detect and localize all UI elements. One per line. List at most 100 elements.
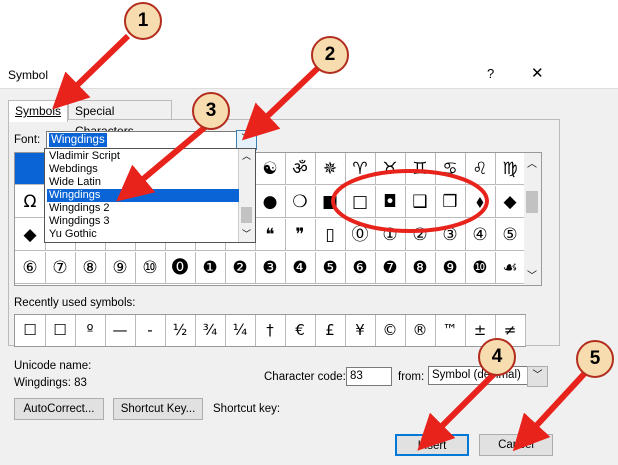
symbol-cell[interactable]: ◆ [495, 186, 526, 218]
symbol-cell[interactable]: ☙ [495, 252, 526, 284]
shortcut-key-button[interactable]: Shortcut Key... [113, 398, 203, 420]
recent-symbol-cell[interactable]: ½ [165, 315, 196, 346]
symbol-cell[interactable]: ♍ [495, 153, 526, 185]
title-bar-strip [0, 60, 618, 89]
symbol-cell[interactable]: ♋ [435, 153, 466, 185]
symbol-cell[interactable]: ⑩ [135, 252, 166, 284]
dropdown-scrollbar[interactable]: ︿ ﹀ [238, 149, 255, 242]
step-marker-2: 2 [311, 36, 349, 74]
symbol-cell[interactable]: ◆ [15, 219, 46, 251]
symbol-cell[interactable]: ■ [315, 186, 346, 218]
symbol-cell[interactable]: ❷ [225, 252, 256, 284]
font-dropdown-button[interactable]: ﹀ [236, 130, 257, 150]
step-marker-5: 5 [576, 340, 614, 378]
symbol-cell[interactable]: ⑤ [495, 219, 526, 251]
font-option[interactable]: Yu Gothic [47, 228, 239, 241]
symbol-cell[interactable]: ☯ [255, 153, 286, 185]
from-dropdown-button[interactable]: ﹀ [527, 366, 548, 387]
symbol-cell[interactable]: ▯ [315, 219, 346, 251]
symbol-cell[interactable]: ॐ [285, 153, 316, 185]
autocorrect-button[interactable]: AutoCorrect... [14, 398, 104, 420]
symbol-cell[interactable] [15, 153, 46, 185]
symbol-cell[interactable]: ❍ [285, 186, 316, 218]
dd-scroll-up-icon[interactable]: ︿ [242, 149, 251, 162]
symbol-cell[interactable]: ❸ [255, 252, 286, 284]
scroll-down-icon[interactable]: ﹀ [527, 267, 537, 282]
recent-symbol-cell[interactable]: ☐ [45, 315, 76, 346]
recent-symbol-cell[interactable]: º [75, 315, 106, 346]
recent-symbol-cell[interactable]: ¥ [345, 315, 376, 346]
scroll-up-icon[interactable]: ︿ [527, 155, 537, 170]
tab-symbols[interactable]: Symbols [8, 100, 68, 122]
symbol-cell[interactable]: ♈ [345, 153, 376, 185]
symbol-cell[interactable]: ⑥ [15, 252, 46, 284]
insert-button[interactable]: Insert [395, 434, 469, 456]
recent-symbol-cell[interactable]: ☐ [15, 315, 46, 346]
symbol-cell[interactable]: Ω [15, 186, 46, 218]
symbol-cell[interactable]: ♌ [465, 153, 496, 185]
symbol-cell[interactable]: ③ [435, 219, 466, 251]
symbol-cell[interactable]: ♉ [375, 153, 406, 185]
symbol-cell[interactable]: ❒ [435, 186, 466, 218]
font-option[interactable]: Wingdings [47, 189, 239, 202]
from-select[interactable]: Symbol (decimal) [428, 366, 528, 385]
symbol-cell[interactable]: ⑦ [45, 252, 76, 284]
symbol-cell[interactable]: ❹ [285, 252, 316, 284]
font-option[interactable]: Webdings [47, 163, 239, 176]
dd-scroll-down-icon[interactable]: ﹀ [242, 227, 251, 240]
close-button[interactable]: ✕ [531, 64, 544, 82]
scroll-thumb[interactable] [526, 191, 538, 213]
symbol-cell[interactable]: □ [345, 186, 376, 218]
step-marker-1: 1 [124, 2, 162, 40]
recent-symbol-cell[interactable]: ® [405, 315, 436, 346]
symbol-cell[interactable]: ⑧ [75, 252, 106, 284]
font-value: Wingdings [49, 133, 107, 147]
grid-scrollbar[interactable]: ︿ ﹀ [524, 152, 542, 286]
symbol-cell[interactable]: ❻ [345, 252, 376, 284]
symbol-cell[interactable]: ◘ [375, 186, 406, 218]
recent-symbol-cell[interactable]: € [285, 315, 316, 346]
symbol-cell[interactable]: ❺ [315, 252, 346, 284]
symbol-cell[interactable]: ❞ [285, 219, 316, 251]
dd-scroll-thumb[interactable] [241, 207, 252, 223]
recent-symbol-cell[interactable]: © [375, 315, 406, 346]
character-code-input[interactable]: 83 [346, 367, 392, 386]
symbol-cell[interactable]: ✵ [315, 153, 346, 185]
symbol-cell[interactable]: ♊ [405, 153, 436, 185]
symbol-cell[interactable]: ② [405, 219, 436, 251]
recent-symbol-cell[interactable]: ™ [435, 315, 466, 346]
tab-special-characters[interactable]: Special Characters [68, 100, 172, 138]
symbol-cell[interactable]: ⓿ [165, 252, 196, 284]
symbol-cell[interactable]: ① [375, 219, 406, 251]
shortcut-key-label: Shortcut key: [213, 403, 281, 415]
symbol-cell[interactable]: ● [255, 186, 286, 218]
symbol-cell[interactable]: ❿ [465, 252, 496, 284]
recent-symbol-cell[interactable]: - [135, 315, 166, 346]
symbol-cell[interactable]: ❶ [195, 252, 226, 284]
symbol-cell[interactable]: ❾ [435, 252, 466, 284]
symbol-cell[interactable]: ⓪ [345, 219, 376, 251]
symbol-cell[interactable]: ⬧ [465, 186, 496, 218]
font-option[interactable]: Wingdings 3 [47, 215, 239, 228]
symbol-cell[interactable]: ❑ [405, 186, 436, 218]
font-option[interactable]: Wide Latin [47, 176, 239, 189]
help-button[interactable]: ? [487, 66, 494, 81]
font-option[interactable]: Wingdings 2 [47, 202, 239, 215]
symbol-cell[interactable]: ⑨ [105, 252, 136, 284]
symbol-cell[interactable]: ❝ [255, 219, 286, 251]
recent-symbol-cell[interactable]: ¾ [195, 315, 226, 346]
cancel-button[interactable]: Cancel [479, 434, 553, 456]
font-option[interactable]: Vladimir Script [47, 150, 239, 163]
step-marker-4: 4 [478, 338, 516, 376]
recent-symbol-cell[interactable]: ¼ [225, 315, 256, 346]
font-dropdown-list[interactable]: ︿ ﹀ Vladimir Script Webdings Wide Latin Win… [44, 148, 256, 243]
recent-symbol-cell[interactable]: £ [315, 315, 346, 346]
recent-symbol-cell[interactable]: † [255, 315, 286, 346]
font-label: Font: [14, 134, 41, 146]
symbol-cell[interactable]: ④ [465, 219, 496, 251]
recent-symbol-cell[interactable]: — [105, 315, 136, 346]
symbol-cell[interactable]: ❼ [375, 252, 406, 284]
step-marker-3: 3 [192, 92, 230, 130]
recent-symbols[interactable]: ☐ ☐ º — - ½ ¾ ¼ † € £ ¥ © ® ™ ± ≠ [14, 314, 526, 347]
symbol-cell[interactable]: ❽ [405, 252, 436, 284]
